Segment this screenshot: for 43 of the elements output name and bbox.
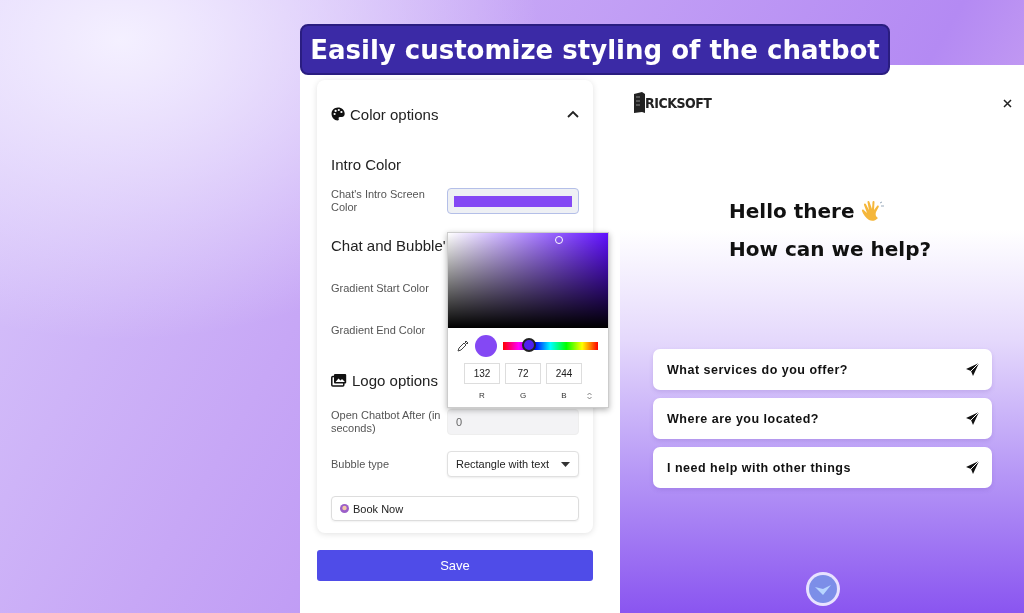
- number-input[interactable]: 244: [546, 363, 582, 384]
- greeting-text: How can we help?: [729, 237, 932, 261]
- logo-text: RICKSOFT: [645, 94, 712, 111]
- toggle-icon[interactable]: [587, 391, 592, 400]
- building-icon: [634, 92, 645, 113]
- banner-title: Easily customize styling of the chatbot: [300, 24, 890, 75]
- number-input[interactable]: 132: [464, 363, 500, 384]
- slider-thumb[interactable]: [521, 338, 536, 352]
- question-button[interactable]: I need help with other things: [653, 447, 992, 488]
- field-label: Bubble type: [331, 457, 391, 471]
- greeting-text: Hello there: [729, 199, 855, 223]
- palette-icon: [331, 107, 345, 121]
- save-button[interactable]: Save: [317, 550, 593, 581]
- waving-hand-icon: [860, 200, 885, 222]
- chat-launcher-icon[interactable]: [805, 571, 841, 607]
- channel-label: G: [518, 391, 528, 400]
- question-button[interactable]: Where are you located?: [653, 398, 992, 439]
- channel-label: B: [560, 391, 568, 400]
- send-icon: [966, 363, 979, 376]
- question-button[interactable]: What services do you offer?: [653, 349, 992, 390]
- subsection-title: Intro Color: [331, 156, 402, 173]
- field-label: Chat's Intro Screen Color: [331, 188, 426, 214]
- eyedropper-icon[interactable]: [457, 340, 469, 352]
- section-title: Color options: [350, 105, 439, 123]
- color-picker[interactable]: 132 72 244 R G B: [447, 232, 609, 408]
- avatar-icon: [340, 504, 349, 513]
- color-field[interactable]: [447, 188, 579, 214]
- channel-label: R: [478, 391, 486, 400]
- caret-icon: [561, 461, 570, 467]
- number-input[interactable]: 72: [505, 363, 541, 384]
- send-icon: [966, 461, 979, 474]
- chevron-icon[interactable]: [567, 110, 579, 118]
- color-preview: [475, 335, 497, 357]
- images-icon: [331, 373, 347, 387]
- send-icon: [966, 412, 979, 425]
- section-title: Logo options: [352, 371, 438, 389]
- field-label: Gradient End Color: [331, 323, 427, 337]
- select-field[interactable]: Rectangle with text: [447, 451, 579, 477]
- text-field[interactable]: Book Now: [331, 496, 579, 521]
- field-label: Open Chatbot After (in seconds): [331, 409, 442, 435]
- saturation-area[interactable]: [448, 233, 608, 328]
- field-label: Gradient Start Color: [331, 281, 430, 295]
- subsection-title: Chat and Bubble': [331, 237, 446, 254]
